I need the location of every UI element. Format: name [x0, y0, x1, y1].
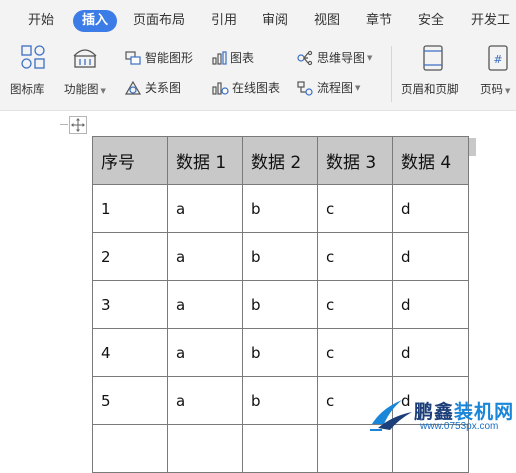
- tab-start[interactable]: 开始: [28, 10, 54, 32]
- mind-map-icon: [297, 50, 313, 66]
- tab-view[interactable]: 视图: [314, 10, 340, 32]
- tab-references[interactable]: 引用: [211, 10, 237, 32]
- page-number-button[interactable]: #: [485, 44, 511, 72]
- table-cell[interactable]: b: [242, 376, 318, 425]
- tab-insert[interactable]: 插入: [73, 10, 118, 32]
- table-row: 4 a b c d: [92, 328, 469, 377]
- table-cell[interactable]: a: [167, 328, 243, 377]
- online-chart-icon: [212, 82, 229, 95]
- table-cell[interactable]: a: [167, 280, 243, 329]
- function-chart-icon: [73, 49, 97, 68]
- table-cell[interactable]: a: [167, 232, 243, 281]
- table-cell[interactable]: b: [242, 328, 318, 377]
- mind-map-button[interactable]: 思维导图 ▼: [296, 48, 372, 68]
- table-cell[interactable]: c: [317, 184, 393, 233]
- chart-button[interactable]: 图表: [211, 48, 254, 68]
- table-cell[interactable]: d: [392, 232, 469, 281]
- table-row: 2 a b c d: [92, 232, 469, 281]
- table-row: 3 a b c d: [92, 280, 469, 329]
- tab-page-layout[interactable]: 页面布局: [133, 10, 185, 32]
- table-cell[interactable]: a: [167, 376, 243, 425]
- flowchart-button[interactable]: 流程图 ▼: [296, 78, 360, 98]
- page-number-icon: #: [488, 45, 508, 71]
- margin-guide: [60, 124, 68, 125]
- header-cell-index[interactable]: 序号: [92, 136, 168, 185]
- dropdown-caret-icon: ▼: [355, 84, 361, 92]
- move-arrows-icon: [71, 118, 85, 132]
- table-cell[interactable]: c: [317, 280, 393, 329]
- icon-library-button[interactable]: [18, 44, 48, 70]
- header-footer-button[interactable]: [420, 44, 446, 72]
- ribbon-toolbar: 图标库 功能图 ▼ 智能图形 图表 思维导图 ▼ 关系图 在线图表 流程图 ▼ …: [0, 38, 516, 111]
- header-cell-data-3[interactable]: 数据 3: [317, 136, 393, 185]
- table-cell[interactable]: 3: [92, 280, 168, 329]
- watermark-swoosh-logo: [370, 400, 412, 431]
- online-chart-button[interactable]: 在线图表: [211, 78, 280, 98]
- page-number-label: 页码 ▼: [480, 82, 511, 96]
- table-cell[interactable]: [242, 424, 318, 473]
- table-cell[interactable]: 4: [92, 328, 168, 377]
- table-row: 1 a b c d: [92, 184, 469, 233]
- ribbon-divider: [391, 46, 392, 102]
- vertical-scrollbar-thumb[interactable]: [468, 138, 476, 156]
- header-footer-label: 页眉和页脚: [401, 82, 459, 96]
- tab-developer[interactable]: 开发工: [471, 10, 510, 32]
- function-chart-label: 功能图 ▼: [64, 82, 106, 96]
- tab-chapter[interactable]: 章节: [366, 10, 392, 32]
- header-cell-data-2[interactable]: 数据 2: [242, 136, 318, 185]
- relation-chart-button[interactable]: 关系图: [124, 78, 181, 98]
- table-header-row: 序号 数据 1 数据 2 数据 3 数据 4: [92, 136, 469, 185]
- function-chart-button[interactable]: [70, 44, 100, 70]
- table-cell[interactable]: c: [317, 328, 393, 377]
- tab-security[interactable]: 安全: [418, 10, 444, 32]
- table-move-handle[interactable]: [69, 116, 87, 134]
- icon-library-label: 图标库: [10, 82, 45, 96]
- smart-shape-button[interactable]: 智能图形: [124, 48, 193, 68]
- header-cell-data-4[interactable]: 数据 4: [392, 136, 469, 185]
- flowchart-icon: [297, 81, 313, 96]
- smart-shape-icon: [125, 51, 141, 65]
- table-cell[interactable]: c: [317, 232, 393, 281]
- table-cell[interactable]: 1: [92, 184, 168, 233]
- dropdown-caret-icon: ▼: [100, 87, 106, 95]
- page-header-icon: [423, 45, 443, 71]
- bar-chart-icon: [212, 51, 227, 65]
- table-cell[interactable]: d: [392, 184, 469, 233]
- shapes-grid-icon: [21, 45, 45, 69]
- table-cell[interactable]: [167, 424, 243, 473]
- table-cell[interactable]: [92, 424, 168, 473]
- dropdown-caret-icon: ▼: [367, 54, 373, 62]
- table-cell[interactable]: d: [392, 280, 469, 329]
- dropdown-caret-icon: ▼: [505, 87, 511, 95]
- relation-chart-icon: [124, 80, 142, 95]
- table-cell[interactable]: d: [392, 328, 469, 377]
- watermark-site-name: 鹏鑫装机网: [414, 401, 515, 423]
- table-cell[interactable]: b: [242, 280, 318, 329]
- tab-review[interactable]: 审阅: [262, 10, 288, 32]
- table-cell[interactable]: 2: [92, 232, 168, 281]
- watermark-url: www.0753px.com: [420, 421, 499, 432]
- table-cell[interactable]: 5: [92, 376, 168, 425]
- table-cell[interactable]: b: [242, 184, 318, 233]
- menu-bar: 开始 插入 页面布局 引用 审阅 视图 章节 安全 开发工: [0, 0, 516, 38]
- header-cell-data-1[interactable]: 数据 1: [167, 136, 243, 185]
- table-cell[interactable]: a: [167, 184, 243, 233]
- table-cell[interactable]: b: [242, 232, 318, 281]
- svg-text:#: #: [493, 53, 502, 66]
